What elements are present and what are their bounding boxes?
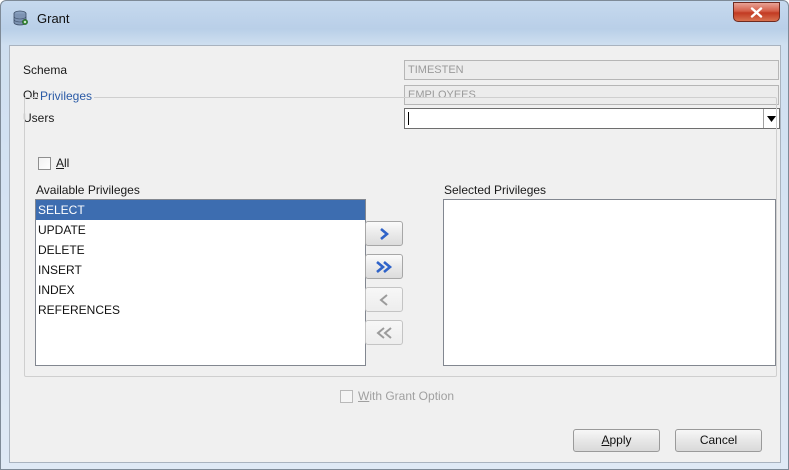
selected-privileges-label: Selected Privileges xyxy=(444,183,547,197)
with-grant-option-mnemonic: W xyxy=(358,389,370,403)
apply-mnemonic: A xyxy=(601,433,610,447)
privileges-group-title: Privileges xyxy=(38,89,95,103)
list-item[interactable]: INDEX xyxy=(36,280,365,300)
list-item[interactable]: REFERENCES xyxy=(36,300,365,320)
remove-all-button[interactable] xyxy=(365,320,403,345)
close-button[interactable] xyxy=(733,2,780,22)
window-title: Grant xyxy=(37,11,70,26)
add-all-button[interactable] xyxy=(365,254,403,279)
cancel-button[interactable]: Cancel xyxy=(675,429,762,452)
database-key-icon xyxy=(13,10,28,26)
close-icon xyxy=(750,6,763,18)
selected-privileges-list[interactable] xyxy=(443,199,776,366)
list-item[interactable]: INSERT xyxy=(36,260,365,280)
available-privileges-label: Available Privileges xyxy=(36,183,140,197)
title-bar[interactable]: Grant xyxy=(1,1,788,37)
all-label[interactable]: All xyxy=(56,156,69,170)
list-item[interactable]: SELECT xyxy=(36,200,365,220)
list-item[interactable]: UPDATE xyxy=(36,220,365,240)
chevron-right-icon xyxy=(380,227,389,240)
double-chevron-left-icon xyxy=(376,326,392,339)
all-label-mnemonic: A xyxy=(56,156,65,170)
double-chevron-right-icon xyxy=(376,260,393,273)
schema-field: TIMESTEN xyxy=(404,60,779,80)
add-one-button[interactable] xyxy=(365,221,403,246)
apply-button[interactable]: Apply xyxy=(573,429,660,452)
list-item[interactable]: DELETE xyxy=(36,240,365,260)
schema-label: Schema xyxy=(23,63,68,77)
with-grant-option-label[interactable]: With Grant Option xyxy=(358,389,454,403)
remove-one-button[interactable] xyxy=(365,287,403,312)
all-checkbox[interactable] xyxy=(38,157,51,170)
available-privileges-list[interactable]: SELECT UPDATE DELETE INSERT INDEX REFERE… xyxy=(35,199,366,366)
apply-rest: pply xyxy=(609,433,632,447)
chevron-left-icon xyxy=(379,293,388,306)
with-grant-option-rest: ith Grant Option xyxy=(369,389,455,403)
all-label-rest: ll xyxy=(64,156,70,170)
with-grant-option-checkbox[interactable] xyxy=(340,390,353,403)
